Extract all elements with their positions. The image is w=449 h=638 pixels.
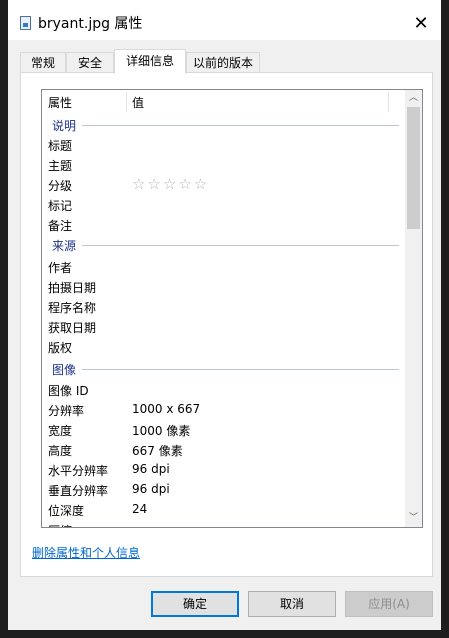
apply-button[interactable]: 应用(A) xyxy=(345,591,433,617)
list-item[interactable]: 分级 ☆☆☆☆☆ xyxy=(42,174,405,194)
property-name: 水平分辨率 xyxy=(48,464,109,478)
group-divider xyxy=(82,125,399,126)
column-divider[interactable] xyxy=(388,92,389,112)
window-title: bryant.jpg 属性 xyxy=(38,16,143,32)
list-item[interactable]: 水平分辨率 96 dpi xyxy=(42,459,405,479)
list-item[interactable]: 位深度 24 xyxy=(42,499,405,519)
chevron-down-icon[interactable]: ﹀ xyxy=(405,510,422,527)
vertical-scrollbar[interactable]: ︿ ﹀ xyxy=(405,90,422,527)
list-item[interactable]: 主题 xyxy=(42,154,405,174)
list-item[interactable]: 备注 xyxy=(42,214,405,234)
property-name: 垂直分辨率 xyxy=(48,484,109,498)
list-header: 属性 值 xyxy=(42,90,405,115)
property-name: 宽度 xyxy=(48,424,73,438)
column-header-value[interactable]: 值 xyxy=(132,94,144,111)
list-item[interactable]: 图像 ID xyxy=(42,379,405,399)
property-name: 拍摄日期 xyxy=(48,281,97,295)
property-name: 图像 ID xyxy=(48,384,89,398)
property-name: 作者 xyxy=(48,261,73,275)
property-name: 分辨率 xyxy=(48,404,85,418)
group-divider xyxy=(82,245,399,246)
group-header-image[interactable]: 图像 xyxy=(42,358,405,378)
property-name: 版权 xyxy=(48,341,73,355)
property-name: 主题 xyxy=(48,159,73,173)
cancel-button[interactable]: 取消 xyxy=(248,591,336,617)
column-header-property[interactable]: 属性 xyxy=(48,94,72,111)
list-item[interactable]: 作者 xyxy=(42,256,405,276)
group-divider xyxy=(82,369,399,370)
list-item[interactable]: 压缩 xyxy=(42,519,405,527)
scrollbar-thumb[interactable] xyxy=(407,107,420,229)
list-item[interactable]: 拍摄日期 xyxy=(42,276,405,296)
group-header-origin[interactable]: 来源 xyxy=(42,234,405,254)
image-file-icon xyxy=(20,16,31,30)
property-value: 1000 x 667 xyxy=(132,402,201,416)
property-name: 标记 xyxy=(48,199,73,213)
details-panel: 属性 值 说明 标题 主题 分级 ☆☆☆☆☆ 标记 备注 来源 作者 拍摄日期 … xyxy=(20,72,433,577)
group-label: 图像 xyxy=(52,363,77,377)
property-value: 667 像素 xyxy=(132,444,183,458)
list-item[interactable]: 标题 xyxy=(42,134,405,154)
list-item[interactable]: 标记 xyxy=(42,194,405,214)
group-header-description[interactable]: 说明 xyxy=(42,114,405,134)
tab-previous-versions[interactable]: 以前的版本 xyxy=(186,52,260,72)
property-value: 1000 像素 xyxy=(132,424,191,438)
list-item[interactable]: 获取日期 xyxy=(42,316,405,336)
tab-details[interactable]: 详细信息 xyxy=(114,49,186,74)
property-list[interactable]: 属性 值 说明 标题 主题 分级 ☆☆☆☆☆ 标记 备注 来源 作者 拍摄日期 … xyxy=(41,89,423,528)
list-item[interactable]: 分辨率 1000 x 667 xyxy=(42,399,405,419)
chevron-up-icon[interactable]: ︿ xyxy=(405,90,422,107)
list-item[interactable]: 垂直分辨率 96 dpi xyxy=(42,479,405,499)
remove-properties-link[interactable]: 删除属性和个人信息 xyxy=(32,544,140,561)
close-button[interactable]: ✕ xyxy=(401,8,441,40)
rating-stars[interactable]: ☆☆☆☆☆ xyxy=(132,175,209,193)
ok-button[interactable]: 确定 xyxy=(151,591,239,617)
property-name: 高度 xyxy=(48,444,73,458)
property-name: 位深度 xyxy=(48,504,85,518)
property-value: 96 dpi xyxy=(132,462,170,476)
list-item[interactable]: 版权 xyxy=(42,336,405,356)
property-name: 程序名称 xyxy=(48,301,97,315)
properties-window: bryant.jpg 属性 ✕ 常规 安全 详细信息 以前的版本 属性 值 说明… xyxy=(8,0,441,630)
tab-general[interactable]: 常规 xyxy=(20,52,66,72)
title-bar: bryant.jpg 属性 ✕ xyxy=(8,0,441,40)
group-label: 来源 xyxy=(52,239,77,253)
property-value: 96 dpi xyxy=(132,482,170,496)
tab-security[interactable]: 安全 xyxy=(66,52,114,72)
property-value: 24 xyxy=(132,502,148,516)
group-label: 说明 xyxy=(52,119,77,133)
list-item[interactable]: 程序名称 xyxy=(42,296,405,316)
property-name: 标题 xyxy=(48,139,73,153)
property-name: 获取日期 xyxy=(48,321,97,335)
column-divider[interactable] xyxy=(126,92,127,112)
property-name: 分级 xyxy=(48,179,73,193)
list-item[interactable]: 高度 667 像素 xyxy=(42,439,405,459)
list-item[interactable]: 宽度 1000 像素 xyxy=(42,419,405,439)
property-name: 备注 xyxy=(48,219,73,233)
property-name: 压缩 xyxy=(48,522,72,527)
